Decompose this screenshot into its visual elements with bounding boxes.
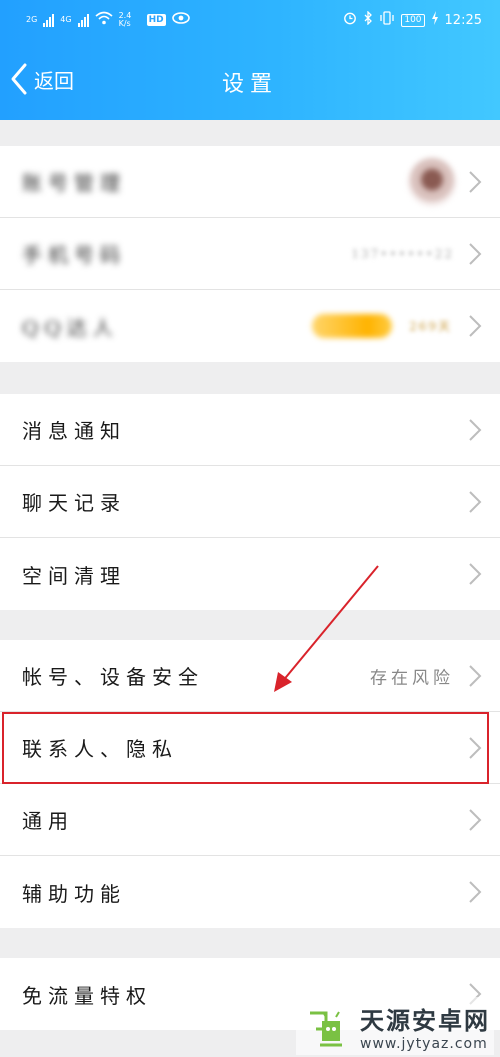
chevron-right-icon (469, 563, 482, 585)
qq-expert-value: 269天 (409, 319, 452, 334)
chevron-right-icon (469, 418, 482, 441)
storage-cleanup-label: 空间清理 (22, 563, 126, 588)
qq-expert-label: QQ达人 (22, 315, 119, 340)
general-item[interactable]: 通用 (0, 784, 500, 856)
chat-history-item[interactable]: 聊天记录 (0, 466, 500, 538)
watermark-name: 天源安卓网 (360, 1006, 490, 1035)
network-2g-label: 2G (26, 15, 38, 24)
android-logo-icon (310, 1011, 342, 1047)
accessibility-item[interactable]: 辅助功能 (0, 856, 500, 928)
status-bar: 2G 4G 2.4 K/s HD 100 12:25 (0, 0, 500, 40)
chat-history-label: 聊天记录 (22, 491, 126, 515)
chevron-right-icon (469, 736, 482, 759)
signal-icon (43, 13, 55, 27)
chevron-right-icon (469, 881, 482, 903)
hd-badge: HD (146, 14, 166, 26)
security-group: 帐号、设备安全 存在风险 联系人、隐私 通用 辅助功能 (0, 640, 500, 928)
title-bar: 返回 设置 (0, 50, 500, 110)
header: 2G 4G 2.4 K/s HD 100 12:25 返回 设置 (0, 0, 500, 120)
vip-badge (312, 314, 392, 338)
phone-number-value: 137••••••22 (351, 246, 454, 261)
phone-number-item[interactable]: 手机号码 137••••••22 (0, 218, 500, 290)
contacts-privacy-item[interactable]: 联系人、隐私 (0, 712, 500, 784)
charging-icon (431, 11, 439, 29)
contacts-privacy-label: 联系人、隐私 (22, 737, 178, 761)
storage-cleanup-item[interactable]: 空间清理 (0, 538, 500, 610)
wifi-icon (95, 11, 113, 29)
signal-icon (77, 13, 89, 27)
qq-expert-item[interactable]: QQ达人 269天 (0, 290, 500, 362)
account-management-item[interactable]: 账号管理 (0, 146, 500, 218)
message-notification-label: 消息通知 (22, 419, 126, 443)
chevron-right-icon (469, 170, 482, 193)
network-speed: 2.4 K/s (118, 11, 132, 28)
avatar (408, 157, 456, 206)
clock-time: 12:25 (444, 12, 482, 28)
chevron-right-icon (469, 315, 482, 337)
chevron-right-icon (469, 808, 482, 831)
accessibility-label: 辅助功能 (22, 881, 126, 906)
eye-icon (171, 12, 190, 28)
chevron-right-icon (469, 490, 482, 513)
watermark-url: www.jytyaz.com (360, 1035, 488, 1052)
bluetooth-icon (363, 10, 373, 29)
risk-status-text: 存在风险 (370, 668, 454, 688)
account-device-security-label: 帐号、设备安全 (22, 665, 204, 689)
watermark: 天源安卓网 www.jytyaz.com (296, 997, 494, 1055)
vibrate-icon (379, 11, 395, 29)
message-group: 消息通知 聊天记录 空间清理 (0, 394, 500, 610)
message-notification-item[interactable]: 消息通知 (0, 394, 500, 466)
alarm-icon (343, 11, 357, 29)
page-title: 设置 (221, 72, 278, 97)
network-4g-label: 4G (60, 15, 72, 24)
general-label: 通用 (22, 809, 74, 833)
chevron-right-icon (469, 242, 482, 265)
account-device-security-item[interactable]: 帐号、设备安全 存在风险 (0, 640, 500, 712)
battery-indicator: 100 (401, 13, 425, 27)
account-management-label: 账号管理 (22, 171, 126, 195)
data-free-privilege-label: 免流量特权 (22, 983, 152, 1008)
chevron-right-icon (469, 664, 482, 687)
phone-number-label: 手机号码 (22, 243, 126, 267)
account-group: 账号管理 手机号码 137••••••22 QQ达人 269天 (0, 146, 500, 362)
